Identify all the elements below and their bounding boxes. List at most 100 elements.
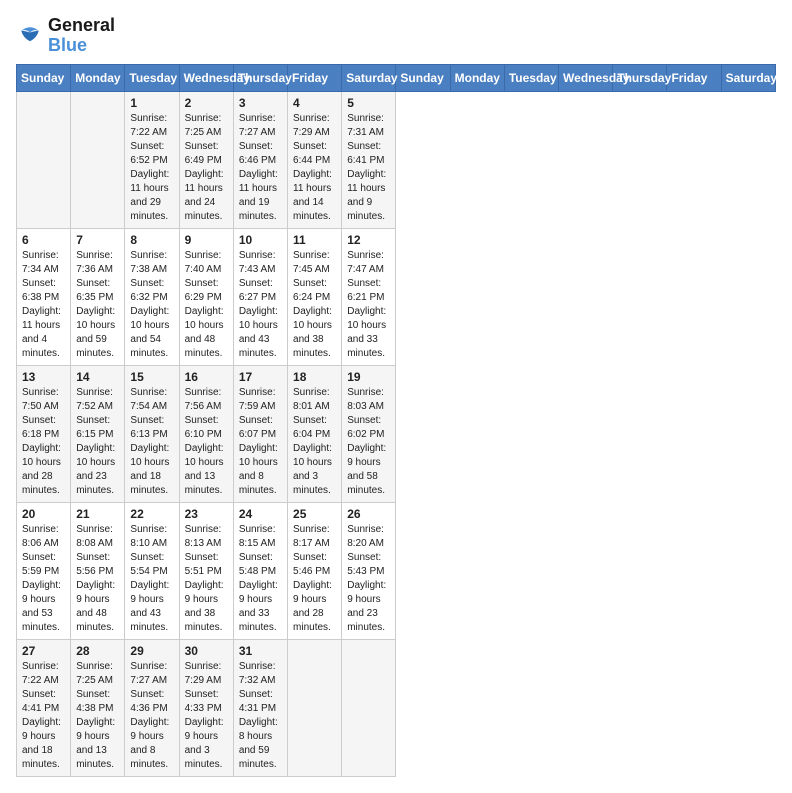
calendar-week-2: 6 Sunrise: 7:34 AM Sunset: 6:38 PM Daylig…	[17, 228, 776, 365]
day-info: Sunrise: 7:40 AM Sunset: 6:29 PM Dayligh…	[185, 249, 228, 361]
day-number: 16	[185, 370, 228, 384]
calendar-cell: 9Sunrise: 7:40 AM Sunset: 6:29 PM Daylig…	[179, 228, 233, 365]
calendar-cell: 1 Sunrise: 7:22 AM Sunset: 6:52 PM Daylig…	[125, 91, 179, 228]
calendar-cell: 18 Sunrise: 8:01 AM Sunset: 6:04 PM Dayli…	[288, 365, 342, 502]
day-number: 26	[347, 507, 390, 521]
calendar-week-3: 13 Sunrise: 7:50 AM Sunset: 6:18 PM Dayli…	[17, 365, 776, 502]
calendar-cell	[288, 639, 342, 776]
day-info: Sunrise: 8:06 AM Sunset: 5:59 PM Dayligh…	[22, 523, 65, 635]
calendar-header-row: SundayMondayTuesdayWednesdayThursdayFrid…	[17, 64, 776, 91]
day-number: 8	[130, 233, 173, 247]
day-number: 13	[22, 370, 65, 384]
day-info: Sunrise: 7:25 AM Sunset: 6:49 PM Dayligh…	[185, 112, 228, 224]
day-number: 2	[185, 96, 228, 110]
day-number: 24	[239, 507, 282, 521]
day-info: Sunrise: 8:08 AM Sunset: 5:56 PM Dayligh…	[76, 523, 119, 635]
day-info: Sunrise: 7:50 AM Sunset: 6:18 PM Dayligh…	[22, 386, 65, 498]
day-info: Sunrise: 7:27 AM Sunset: 4:36 PM Dayligh…	[130, 660, 173, 772]
day-info: Sunrise: 7:43 AM Sunset: 6:27 PM Dayligh…	[239, 249, 282, 361]
day-info: Sunrise: 8:17 AM Sunset: 5:46 PM Dayligh…	[293, 523, 336, 635]
day-number: 30	[185, 644, 228, 658]
day-number: 23	[185, 507, 228, 521]
day-number: 5	[347, 96, 390, 110]
col-header-thursday: Thursday	[613, 64, 667, 91]
day-info: Sunrise: 7:32 AM Sunset: 4:31 PM Dayligh…	[239, 660, 282, 772]
logo-general: General	[48, 16, 115, 36]
calendar-cell: 26 Sunrise: 8:20 AM Sunset: 5:43 PM Dayli…	[342, 502, 396, 639]
calendar-cell: 5 Sunrise: 7:31 AM Sunset: 6:41 PM Daylig…	[342, 91, 396, 228]
day-number: 15	[130, 370, 173, 384]
day-info: Sunrise: 7:45 AM Sunset: 6:24 PM Dayligh…	[293, 249, 336, 361]
calendar-cell: 7 Sunrise: 7:36 AM Sunset: 6:35 PM Daylig…	[71, 228, 125, 365]
calendar-cell: 3 Sunrise: 7:27 AM Sunset: 6:46 PM Daylig…	[233, 91, 287, 228]
day-info: Sunrise: 7:38 AM Sunset: 6:32 PM Dayligh…	[130, 249, 173, 361]
day-info: Sunrise: 7:54 AM Sunset: 6:13 PM Dayligh…	[130, 386, 173, 498]
col-header-tuesday: Tuesday	[504, 64, 558, 91]
day-info: Sunrise: 7:59 AM Sunset: 6:07 PM Dayligh…	[239, 386, 282, 498]
calendar-cell: 25 Sunrise: 8:17 AM Sunset: 5:46 PM Dayli…	[288, 502, 342, 639]
calendar-cell: 15 Sunrise: 7:54 AM Sunset: 6:13 PM Dayli…	[125, 365, 179, 502]
day-number: 1	[130, 96, 173, 110]
calendar-cell: 24 Sunrise: 8:15 AM Sunset: 5:48 PM Dayli…	[233, 502, 287, 639]
calendar-cell	[342, 639, 396, 776]
day-number: 29	[130, 644, 173, 658]
day-number: 4	[293, 96, 336, 110]
day-info: Sunrise: 7:36 AM Sunset: 6:35 PM Dayligh…	[76, 249, 119, 361]
day-number: 19	[347, 370, 390, 384]
calendar-cell: 28 Sunrise: 7:25 AM Sunset: 4:38 PM Dayli…	[71, 639, 125, 776]
day-number: 17	[239, 370, 282, 384]
day-number: 11	[293, 233, 336, 247]
day-number: 6	[22, 233, 65, 247]
col-header-sunday: Sunday	[17, 64, 71, 91]
day-info: Sunrise: 8:03 AM Sunset: 6:02 PM Dayligh…	[347, 386, 390, 498]
day-info: Sunrise: 7:22 AM Sunset: 6:52 PM Dayligh…	[130, 112, 173, 224]
col-header-saturday: Saturday	[342, 64, 396, 91]
day-number: 25	[293, 507, 336, 521]
day-info: Sunrise: 8:13 AM Sunset: 5:51 PM Dayligh…	[185, 523, 228, 635]
calendar-cell: 13 Sunrise: 7:50 AM Sunset: 6:18 PM Dayli…	[17, 365, 71, 502]
day-number: 12	[347, 233, 390, 247]
calendar-cell: 29 Sunrise: 7:27 AM Sunset: 4:36 PM Dayli…	[125, 639, 179, 776]
day-info: Sunrise: 7:27 AM Sunset: 6:46 PM Dayligh…	[239, 112, 282, 224]
day-info: Sunrise: 7:29 AM Sunset: 4:33 PM Dayligh…	[185, 660, 228, 772]
logo-text: General Blue	[48, 16, 115, 56]
calendar-cell: 19 Sunrise: 8:03 AM Sunset: 6:02 PM Dayli…	[342, 365, 396, 502]
calendar-cell: 10 Sunrise: 7:43 AM Sunset: 6:27 PM Dayli…	[233, 228, 287, 365]
calendar-week-1: 1 Sunrise: 7:22 AM Sunset: 6:52 PM Daylig…	[17, 91, 776, 228]
col-header-tuesday: Tuesday	[125, 64, 179, 91]
day-number: 3	[239, 96, 282, 110]
day-number: 28	[76, 644, 119, 658]
page-header: General Blue	[16, 16, 776, 56]
day-info: Sunrise: 8:20 AM Sunset: 5:43 PM Dayligh…	[347, 523, 390, 635]
day-info: Sunrise: 7:29 AM Sunset: 6:44 PM Dayligh…	[293, 112, 336, 224]
day-info: Sunrise: 8:15 AM Sunset: 5:48 PM Dayligh…	[239, 523, 282, 635]
logo-icon	[16, 22, 44, 50]
day-number: 10	[239, 233, 282, 247]
col-header-friday: Friday	[288, 64, 342, 91]
day-info: Sunrise: 7:31 AM Sunset: 6:41 PM Dayligh…	[347, 112, 390, 224]
day-info: Sunrise: 7:25 AM Sunset: 4:38 PM Dayligh…	[76, 660, 119, 772]
day-info: Sunrise: 7:56 AM Sunset: 6:10 PM Dayligh…	[185, 386, 228, 498]
col-header-saturday: Saturday	[721, 64, 775, 91]
day-number: 7	[76, 233, 119, 247]
day-number: 22	[130, 507, 173, 521]
calendar-cell: 11 Sunrise: 7:45 AM Sunset: 6:24 PM Dayli…	[288, 228, 342, 365]
calendar-cell: 14Sunrise: 7:52 AM Sunset: 6:15 PM Dayli…	[71, 365, 125, 502]
col-header-monday: Monday	[71, 64, 125, 91]
calendar-cell: 31Sunrise: 7:32 AM Sunset: 4:31 PM Dayli…	[233, 639, 287, 776]
calendar-cell: 6 Sunrise: 7:34 AM Sunset: 6:38 PM Daylig…	[17, 228, 71, 365]
day-info: Sunrise: 7:22 AM Sunset: 4:41 PM Dayligh…	[22, 660, 65, 772]
calendar-cell: 21Sunrise: 8:08 AM Sunset: 5:56 PM Dayli…	[71, 502, 125, 639]
calendar-cell: 8 Sunrise: 7:38 AM Sunset: 6:32 PM Daylig…	[125, 228, 179, 365]
calendar-week-4: 20Sunrise: 8:06 AM Sunset: 5:59 PM Dayli…	[17, 502, 776, 639]
calendar-cell: 12Sunrise: 7:47 AM Sunset: 6:21 PM Dayli…	[342, 228, 396, 365]
day-info: Sunrise: 8:01 AM Sunset: 6:04 PM Dayligh…	[293, 386, 336, 498]
day-number: 18	[293, 370, 336, 384]
calendar-cell: 4 Sunrise: 7:29 AM Sunset: 6:44 PM Daylig…	[288, 91, 342, 228]
col-header-monday: Monday	[450, 64, 504, 91]
calendar-cell: 30 Sunrise: 7:29 AM Sunset: 4:33 PM Dayli…	[179, 639, 233, 776]
calendar-cell: 23 Sunrise: 8:13 AM Sunset: 5:51 PM Dayli…	[179, 502, 233, 639]
day-info: Sunrise: 7:34 AM Sunset: 6:38 PM Dayligh…	[22, 249, 65, 361]
calendar-cell: 16 Sunrise: 7:56 AM Sunset: 6:10 PM Dayli…	[179, 365, 233, 502]
calendar-cell	[17, 91, 71, 228]
